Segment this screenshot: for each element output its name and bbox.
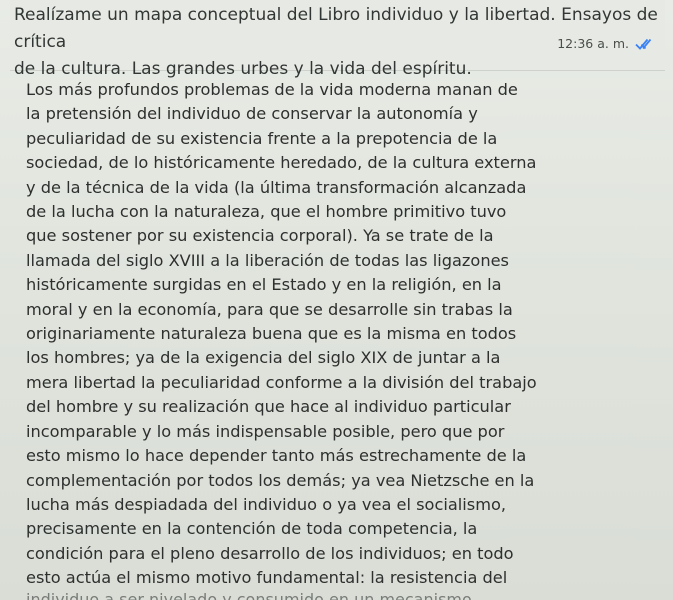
message-meta: 12:36 a. m. [557, 36, 657, 51]
sent-message-bubble[interactable]: Realízame un mapa conceptual del Libro i… [10, 0, 665, 79]
chat-view: Realízame un mapa conceptual del Libro i… [0, 0, 673, 600]
cut-off-line: individuo a ser nivelado y consumido en … [26, 588, 646, 600]
cut-off-text: individuo a ser nivelado y consumido en … [26, 590, 472, 600]
photo-text-content: Los más profundos problemas de la vida m… [26, 80, 537, 588]
message-time: 12:36 a. m. [557, 36, 629, 51]
double-check-icon [635, 38, 652, 50]
